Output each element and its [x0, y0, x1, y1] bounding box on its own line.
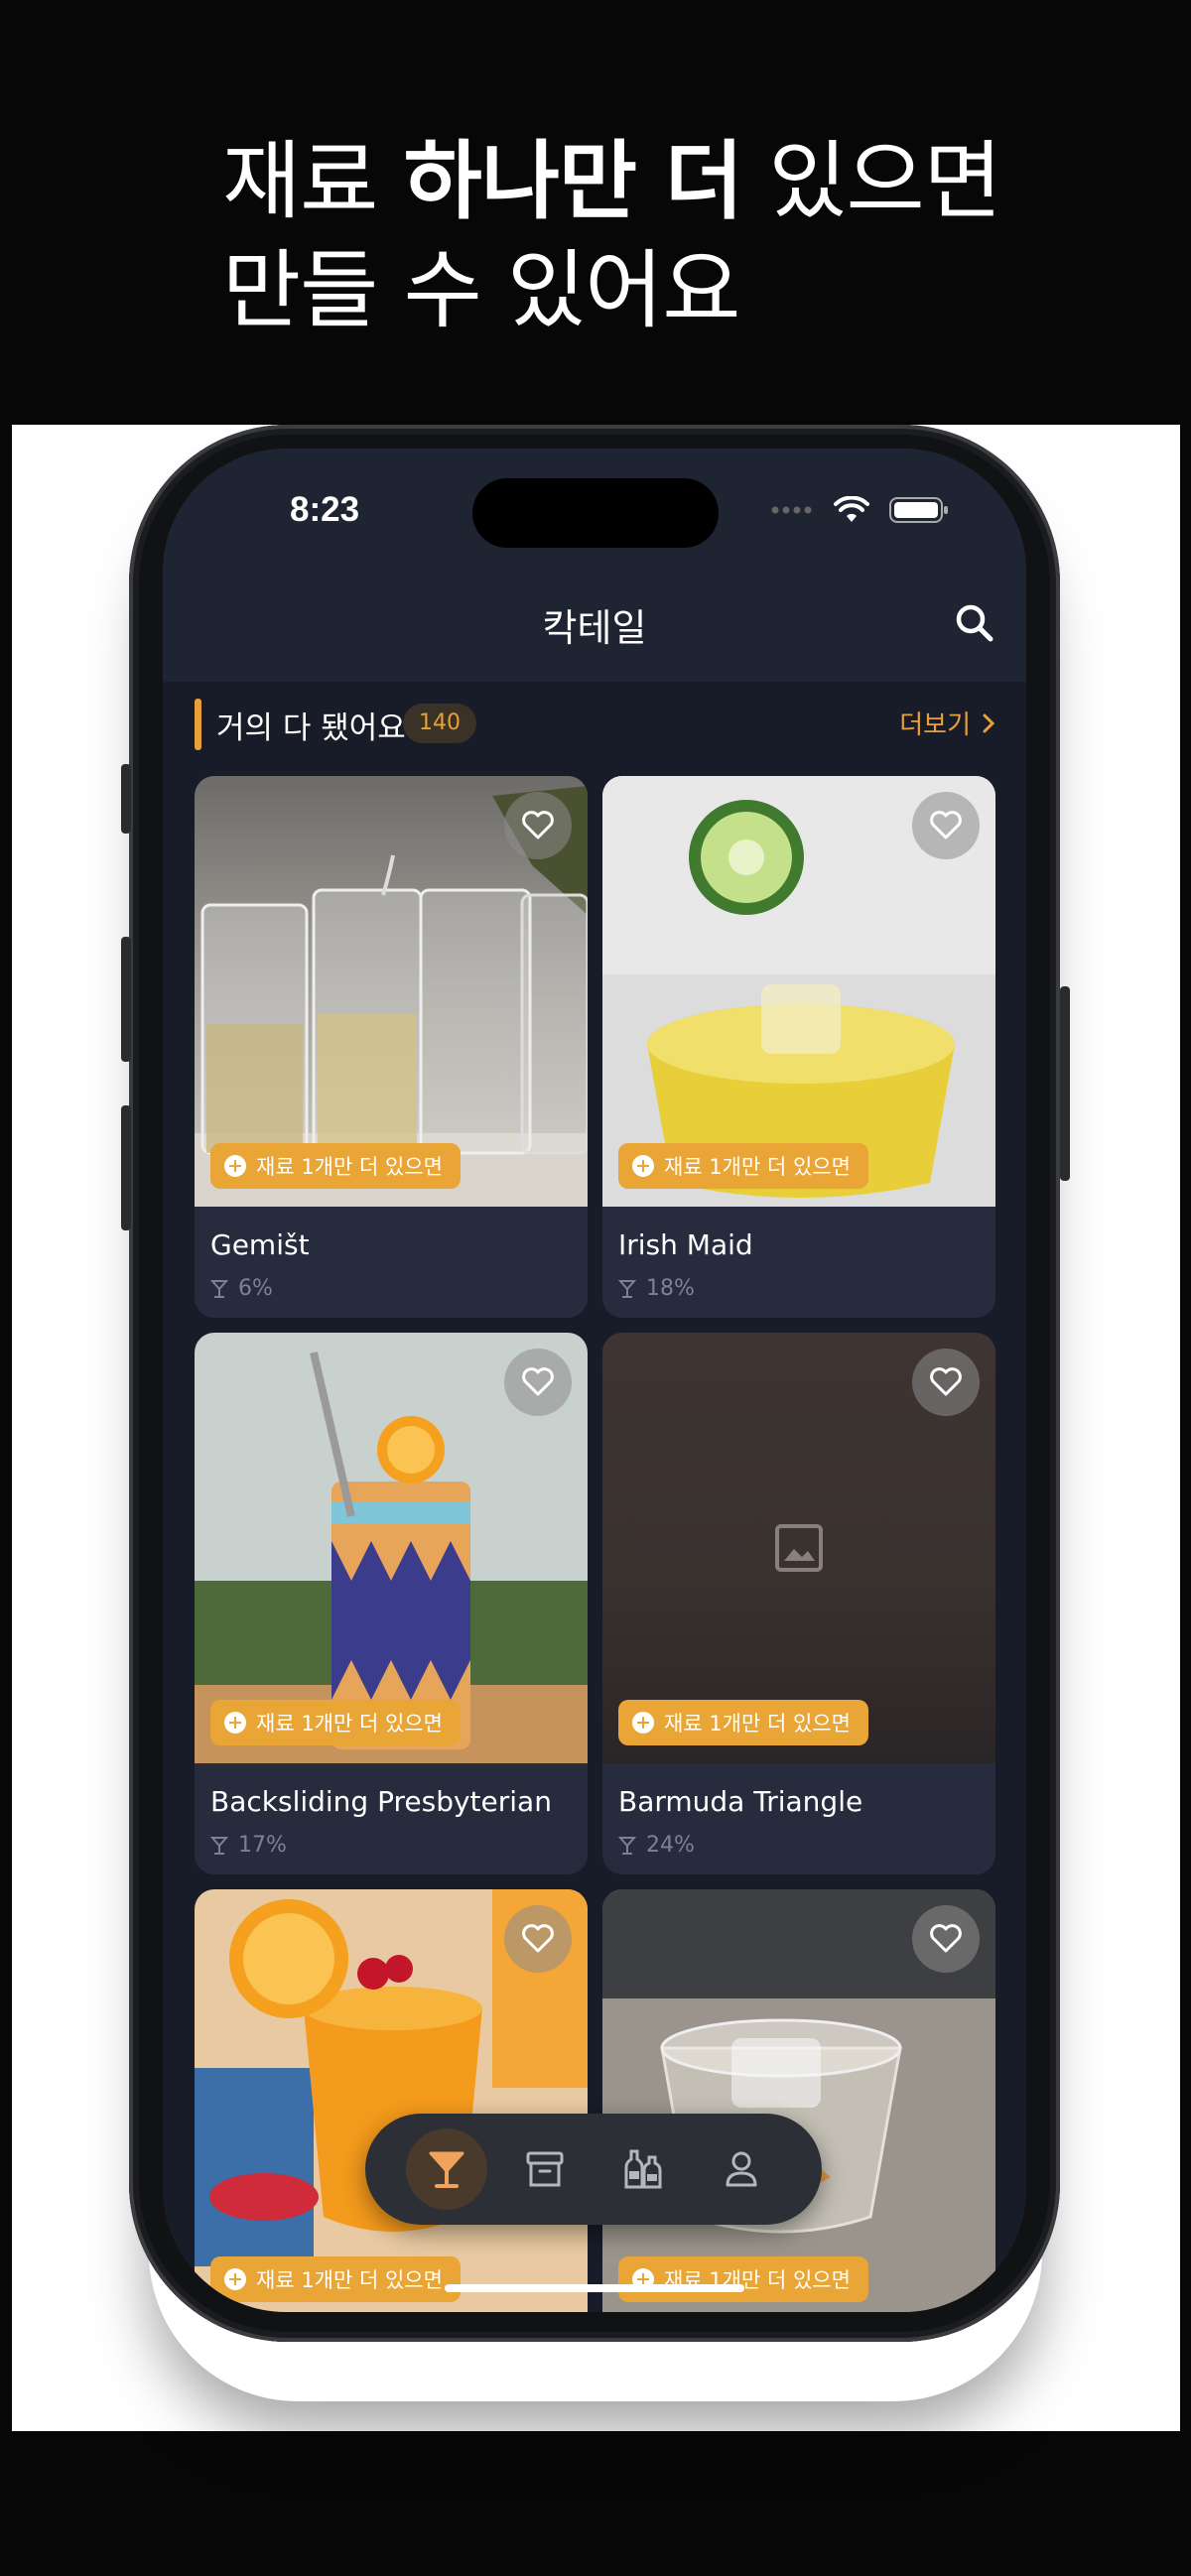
- plus-circle-icon: [224, 1712, 246, 1734]
- tab-bottles[interactable]: [602, 2128, 684, 2210]
- cocktail-card[interactable]: 재료 1개만 더 있으면 Barmuda Triangle 24%: [602, 1333, 995, 1874]
- tab-cocktails[interactable]: [405, 2128, 487, 2210]
- count-badge: 140: [403, 704, 476, 743]
- bottles-icon: [624, 2149, 661, 2189]
- tab-bar: [365, 2114, 822, 2225]
- abv-info: 17%: [210, 1833, 287, 1858]
- favorite-button[interactable]: [912, 792, 980, 859]
- heart-icon: [522, 1367, 554, 1396]
- missing-ingredient-badge: 재료 1개만 더 있으면: [210, 2256, 461, 2302]
- missing-ingredient-badge: 재료 1개만 더 있으면: [618, 1143, 868, 1189]
- section-accent-bar: [195, 699, 201, 750]
- cocktail-name: Irish Maid: [618, 1228, 753, 1261]
- chevron-right-icon: [983, 713, 995, 732]
- plus-circle-icon: [224, 2268, 246, 2290]
- favorite-button[interactable]: [504, 792, 572, 859]
- search-icon: [956, 604, 993, 642]
- cocktail-card[interactable]: 재료 1개만 더 있으면: [195, 1889, 588, 2312]
- cocktail-card[interactable]: 재료 1개만 더 있으면: [602, 1889, 995, 2312]
- cocktail-card[interactable]: 재료 1개만 더 있으면 Backsliding Presbyterian 17…: [195, 1333, 588, 1874]
- home-indicator: [445, 2284, 744, 2292]
- plus-circle-icon: [632, 1712, 654, 1734]
- heart-icon: [522, 811, 554, 839]
- wifi-icon: [834, 496, 869, 522]
- signal-icon: [771, 506, 812, 514]
- abv-info: 18%: [618, 1276, 695, 1301]
- navigation-bar: 칵테일: [163, 578, 1026, 682]
- more-link[interactable]: 더보기: [899, 705, 996, 741]
- promo-line-2: 만들 수 있어요: [222, 241, 740, 340]
- cocktail-name: Barmuda Triangle: [618, 1785, 863, 1818]
- cocktail-card[interactable]: 재료 1개만 더 있으면 Irish Maid 18%: [602, 776, 995, 1318]
- cocktail-icon: [429, 2151, 463, 2188]
- app-screen: 8:23 칵테일 거의 다 됐어요 140 더보기 재료 1개만 더 있으면 G…: [163, 449, 1026, 2312]
- archive-icon: [526, 2151, 563, 2187]
- more-label: 더보기: [899, 710, 971, 740]
- plus-circle-icon: [632, 1155, 654, 1177]
- action-button: [121, 764, 131, 834]
- image-placeholder-icon: [775, 1524, 823, 1572]
- heart-icon: [930, 1924, 962, 1953]
- missing-ingredient-badge: 재료 1개만 더 있으면: [210, 1700, 461, 1745]
- plus-circle-icon: [224, 1155, 246, 1177]
- missing-ingredient-badge: 재료 1개만 더 있으면: [618, 2256, 868, 2302]
- cocktail-name: Backsliding Presbyterian: [210, 1785, 552, 1818]
- page-title: 칵테일: [542, 606, 647, 650]
- promo-heading: 재료 하나만 더 있으면 만들 수 있어요: [222, 127, 1116, 345]
- tab-archive[interactable]: [504, 2128, 586, 2210]
- glass-icon: [210, 1836, 228, 1855]
- section-title: 거의 다 됐어요: [216, 710, 406, 746]
- search-button[interactable]: [951, 599, 998, 647]
- profile-icon: [726, 2151, 756, 2187]
- volume-up-button: [121, 937, 131, 1062]
- heart-icon: [522, 1924, 554, 1953]
- dynamic-island: [472, 478, 719, 548]
- promo-line-1: 재료 하나만 더 있으면: [222, 132, 1002, 231]
- cocktail-name: Gemišt: [210, 1228, 310, 1261]
- battery-icon: [889, 497, 948, 523]
- missing-ingredient-badge: 재료 1개만 더 있으면: [210, 1143, 461, 1189]
- missing-ingredient-badge: 재료 1개만 더 있으면: [618, 1700, 868, 1745]
- favorite-button[interactable]: [912, 1349, 980, 1416]
- status-bar: 8:23: [163, 449, 1026, 578]
- clock: 8:23: [290, 490, 360, 529]
- heart-icon: [930, 1367, 962, 1396]
- section-header: 거의 다 됐어요 140 더보기: [195, 695, 996, 754]
- glass-icon: [618, 1279, 636, 1298]
- glass-icon: [210, 1279, 228, 1298]
- abv-info: 24%: [618, 1833, 695, 1858]
- favorite-button[interactable]: [504, 1905, 572, 1973]
- status-icons: [770, 496, 949, 524]
- abv-info: 6%: [210, 1276, 273, 1301]
- volume-down-button: [121, 1105, 131, 1230]
- tab-profile[interactable]: [701, 2128, 782, 2210]
- glass-icon: [618, 1836, 636, 1855]
- cocktail-card[interactable]: 재료 1개만 더 있으면 Gemišt 6%: [195, 776, 588, 1318]
- power-button: [1060, 986, 1070, 1181]
- favorite-button[interactable]: [504, 1349, 572, 1416]
- heart-icon: [930, 811, 962, 839]
- favorite-button[interactable]: [912, 1905, 980, 1973]
